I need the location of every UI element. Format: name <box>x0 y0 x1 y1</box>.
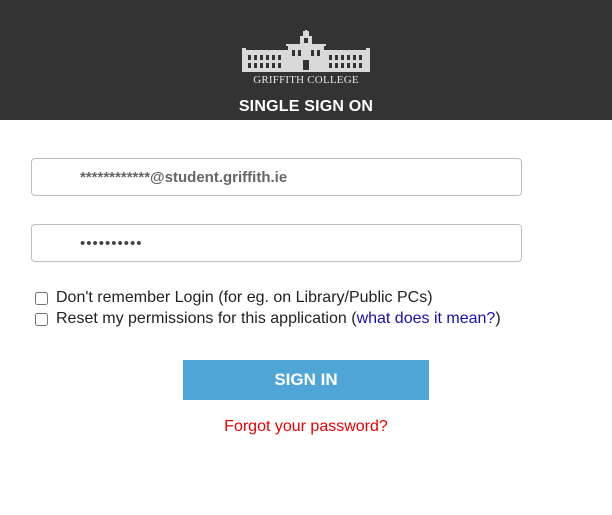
dont-remember-checkbox[interactable] <box>35 291 48 305</box>
reset-permissions-label-end: ) <box>495 310 501 327</box>
page-title: SINGLE SIGN ON <box>238 98 374 115</box>
what-does-it-mean-link[interactable]: what does it mean? <box>357 310 496 328</box>
reset-permissions-checkbox[interactable] <box>35 312 48 326</box>
header-bar: GRIFFITH COLLEGE SINGLE SIGN ON <box>0 0 612 120</box>
username-field[interactable] <box>31 158 522 196</box>
logo-text: GRIFFITH COLLEGE <box>253 74 359 86</box>
reset-permissions-option[interactable]: Reset my permissions for this applicatio… <box>35 309 501 329</box>
griffith-college-logo: GRIFFITH COLLEGE <box>240 30 372 88</box>
username-input[interactable] <box>32 159 521 195</box>
forgot-password-link[interactable]: Forgot your password? <box>0 418 612 436</box>
dont-remember-option[interactable]: Don't remember Login (for eg. on Library… <box>35 288 433 308</box>
reset-permissions-label: Reset my permissions for this applicatio… <box>56 310 357 327</box>
password-field[interactable] <box>31 224 522 262</box>
dont-remember-label: Don't remember Login (for eg. on Library… <box>56 289 433 306</box>
sign-in-button[interactable]: SIGN IN <box>183 360 429 400</box>
password-input[interactable] <box>32 225 521 261</box>
college-building-icon <box>242 30 370 72</box>
